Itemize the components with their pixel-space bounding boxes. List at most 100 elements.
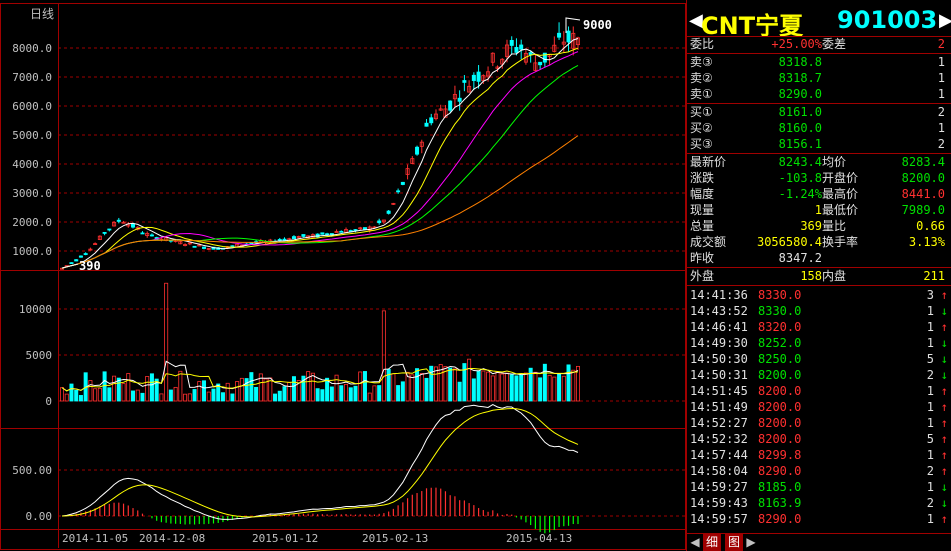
sell-row[interactable]: 卖① 8290.0 1	[687, 87, 951, 102]
candle-body	[339, 230, 344, 233]
arrow-down-icon: ↓	[940, 336, 948, 350]
volume-bar	[372, 385, 377, 402]
tick-price: 8200.0	[758, 384, 802, 398]
tick-price: 8330.0	[758, 288, 802, 302]
tick-price: 8185.0	[758, 480, 802, 494]
volume-bar	[60, 387, 65, 402]
kline-chart[interactable]: 日线 8000.0 7000.0 6000.0 5000.0 4000.0 30…	[0, 0, 686, 551]
next-symbol-icon[interactable]: ▶	[939, 10, 951, 31]
tab-detail[interactable]: 细	[703, 534, 721, 551]
price-axis-label: 1000.0	[12, 245, 52, 258]
tick-price: 8200.0	[758, 416, 802, 430]
candle-body	[116, 219, 121, 222]
volume-bar	[197, 381, 202, 402]
volume-bar	[159, 393, 164, 402]
date-label: 2014-12-08	[139, 532, 206, 545]
volume-bar	[419, 373, 424, 402]
tick-price: 8299.8	[758, 448, 802, 462]
volume-bar	[235, 381, 240, 402]
candle-body	[528, 52, 533, 55]
tab-chart[interactable]: 图	[725, 534, 743, 551]
outer-label: 外盘	[690, 269, 715, 283]
tick-row[interactable]: 14:46:41 8320.0 1 ↑	[687, 319, 951, 335]
price-axis-label: 2000.0	[12, 216, 52, 229]
candle-body	[69, 262, 74, 265]
volume-bar	[225, 382, 230, 402]
volume-bar	[192, 389, 197, 402]
volume-bar	[131, 390, 136, 402]
tick-row[interactable]: 14:49:30 8252.0 1 ↓	[687, 335, 951, 351]
low-marker-line	[61, 263, 79, 269]
volume-bar	[552, 376, 557, 402]
tick-row[interactable]: 14:59:27 8185.0 1 ↓	[687, 479, 951, 495]
date-label: 2015-04-13	[506, 532, 573, 545]
volume-bar	[126, 373, 131, 402]
tick-price: 8200.0	[758, 400, 802, 414]
turnover-rate-label: 换手率	[822, 235, 859, 249]
change-pct-label: 幅度	[690, 187, 715, 201]
tab-right-arrow-icon[interactable]: ▶	[743, 534, 759, 551]
tick-row[interactable]: 14:41:36 8330.0 3 ↑	[687, 287, 951, 303]
tick-row[interactable]: 14:59:57 8290.0 1 ↑	[687, 511, 951, 527]
buy-row[interactable]: 买① 8161.0 2	[687, 105, 951, 120]
arrow-up-icon: ↑	[940, 464, 948, 478]
symbol-code: 901003	[837, 6, 938, 34]
volume-bar	[547, 374, 552, 402]
chart-canvas[interactable]	[0, 0, 686, 551]
weibi-row: 委比 +25.00% 委差 2	[687, 37, 951, 52]
buy-row[interactable]: 买③ 8156.1 2	[687, 137, 951, 152]
volume-bar	[187, 393, 192, 402]
tick-row[interactable]: 14:52:27 8200.0 1 ↑	[687, 415, 951, 431]
ma5-line	[61, 38, 579, 269]
candle-body	[429, 117, 434, 124]
tick-row[interactable]: 14:51:49 8200.0 1 ↑	[687, 399, 951, 415]
volume-bar	[424, 377, 429, 402]
tick-row[interactable]: 14:51:45 8200.0 1 ↑	[687, 383, 951, 399]
volume-bar	[557, 373, 562, 402]
macd-axis-label: 0.00	[25, 510, 53, 523]
tick-row[interactable]: 14:59:43 8163.9 2 ↓	[687, 495, 951, 511]
tick-row[interactable]: 14:52:32 8200.0 5 ↑	[687, 431, 951, 447]
tab-left-arrow-icon[interactable]: ◀	[687, 534, 703, 551]
change-label: 涨跌	[690, 171, 715, 185]
volume-bar	[452, 368, 457, 402]
weicha-label: 委差	[822, 37, 847, 51]
arrow-up-icon: ↑	[940, 432, 948, 446]
volume-bar	[310, 372, 315, 402]
volume-bar	[254, 386, 259, 402]
stat-row: 幅度 -1.24% 最高价 8441.0	[687, 187, 951, 202]
volume-bar	[542, 363, 547, 402]
volume-bar	[239, 377, 244, 402]
chart-frame	[0, 3, 686, 550]
volume-bar	[410, 374, 415, 402]
tick-volume: 1	[926, 416, 934, 430]
tick-row[interactable]: 14:58:04 8290.0 2 ↑	[687, 463, 951, 479]
price-axis-label: 8000.0	[12, 42, 52, 55]
tick-row[interactable]: 14:43:52 8330.0 1 ↓	[687, 303, 951, 319]
volume-bar	[93, 388, 98, 402]
buy-row[interactable]: 买② 8160.0 1	[687, 121, 951, 136]
sell-row[interactable]: 卖② 8318.7 1	[687, 71, 951, 86]
tick-row[interactable]: 14:50:31 8200.0 2 ↓	[687, 367, 951, 383]
ma60-line	[61, 135, 579, 269]
symbol-header: ◀ CNT宁夏 901003 ▶	[687, 6, 951, 40]
tick-price: 8290.0	[758, 512, 802, 526]
tick-row[interactable]: 14:57:44 8299.8 1 ↑	[687, 447, 951, 463]
candle-body	[192, 245, 197, 248]
weibi-value: +25.00%	[771, 37, 822, 51]
candle-body	[107, 228, 112, 231]
tick-row[interactable]: 14:50:30 8250.0 5 ↓	[687, 351, 951, 367]
volume-axis-label: 5000	[25, 349, 53, 362]
volume-bar	[344, 383, 349, 402]
current-vol-label: 现量	[690, 203, 715, 217]
sell-row[interactable]: 卖③ 8318.8 1	[687, 55, 951, 70]
candle-body	[514, 47, 519, 53]
volume-bar	[282, 386, 287, 402]
volume-bar	[121, 383, 126, 402]
open-price-value: 8200.0	[901, 171, 945, 185]
avg-price-value: 8283.4	[901, 155, 945, 169]
sell-price: 8290.0	[778, 87, 822, 101]
volume-bar	[306, 371, 311, 402]
tick-time: 14:52:27	[690, 416, 748, 430]
arrow-down-icon: ↓	[940, 496, 948, 510]
